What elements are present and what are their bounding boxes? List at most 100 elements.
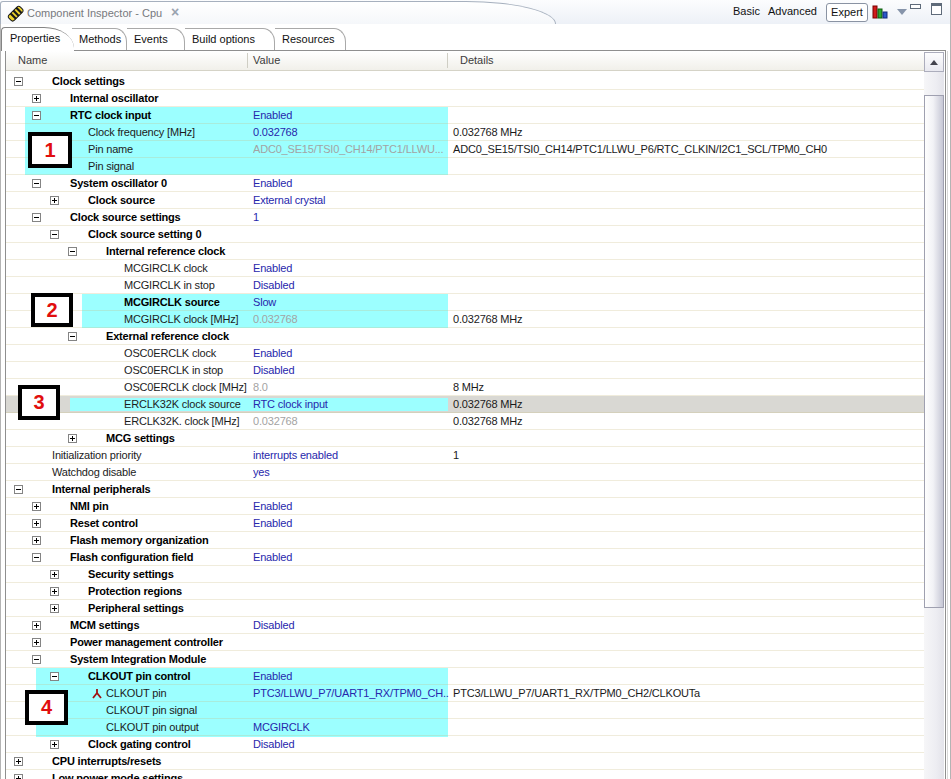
expand-icon[interactable] xyxy=(32,502,41,511)
mode-advanced-button[interactable]: Advanced xyxy=(768,0,817,24)
table-row[interactable]: MCGIRCLK sourceSlow xyxy=(6,294,924,311)
maximize-icon[interactable] xyxy=(931,3,942,15)
property-value[interactable]: Enabled xyxy=(253,175,449,191)
table-row[interactable]: Internal peripherals xyxy=(6,481,924,498)
property-value[interactable]: ADC0_SE15/TSI0_CH14/PTC1/LLWU... xyxy=(253,141,449,157)
column-divider[interactable] xyxy=(247,53,248,68)
property-value[interactable]: Enabled xyxy=(253,345,449,361)
property-value[interactable]: Enabled xyxy=(253,498,449,514)
collapse-icon[interactable] xyxy=(50,230,59,239)
collapse-icon[interactable] xyxy=(14,77,23,86)
expand-icon[interactable] xyxy=(32,94,41,103)
property-value[interactable]: Enabled xyxy=(253,107,449,123)
tab-methods[interactable]: Methods xyxy=(72,28,127,50)
column-header-value[interactable]: Value xyxy=(253,51,280,70)
scrollbar-thumb[interactable] xyxy=(924,95,944,608)
property-value[interactable]: Enabled xyxy=(253,668,449,684)
table-row[interactable]: Watchdog disableyes xyxy=(6,464,924,481)
table-row[interactable]: Internal oscillator xyxy=(6,90,924,107)
expand-icon[interactable] xyxy=(32,519,41,528)
tab-properties[interactable]: Properties xyxy=(1,27,74,51)
table-row[interactable]: Clock frequency [MHz]0.0327680.032768 MH… xyxy=(6,124,924,141)
table-row[interactable]: MCM settingsDisabled xyxy=(6,617,924,634)
table-row[interactable]: External reference clock xyxy=(6,328,924,345)
property-value[interactable]: Enabled xyxy=(253,260,449,276)
vertical-scrollbar[interactable] xyxy=(924,52,944,779)
expand-icon[interactable] xyxy=(50,740,59,749)
table-row[interactable]: Reset controlEnabled xyxy=(6,515,924,532)
property-value[interactable]: Disabled xyxy=(253,736,449,752)
property-value[interactable]: Disabled xyxy=(253,362,449,378)
collapse-icon[interactable] xyxy=(32,179,41,188)
property-value[interactable]: Enabled xyxy=(253,515,449,531)
table-row[interactable]: CPU interrupts/resets xyxy=(6,753,924,770)
table-row[interactable]: Clock sourceExternal crystal xyxy=(6,192,924,209)
table-row[interactable]: MCGIRCLK clockEnabled xyxy=(6,260,924,277)
tab-build-options[interactable]: Build options xyxy=(185,28,275,50)
expand-icon[interactable] xyxy=(32,638,41,647)
table-row[interactable]: Clock settings xyxy=(6,73,924,90)
property-value[interactable]: Enabled xyxy=(253,549,449,565)
expand-icon[interactable] xyxy=(50,570,59,579)
property-value[interactable]: 1 xyxy=(253,209,449,225)
table-row[interactable]: Power management controller xyxy=(6,634,924,651)
column-divider[interactable] xyxy=(447,53,448,68)
expand-icon[interactable] xyxy=(50,196,59,205)
table-row[interactable]: Clock gating controlDisabled xyxy=(6,736,924,753)
table-row[interactable]: NMI pinEnabled xyxy=(6,498,924,515)
table-row[interactable]: Flash configuration fieldEnabled xyxy=(6,549,924,566)
table-row[interactable]: Peripheral settings xyxy=(6,600,924,617)
mode-expert-button[interactable]: Expert xyxy=(826,3,868,22)
column-header-name[interactable]: Name xyxy=(18,51,47,70)
collapse-icon[interactable] xyxy=(32,111,41,120)
table-row[interactable]: CLKOUT pin outputMCGIRCLK xyxy=(6,719,924,736)
collapse-icon[interactable] xyxy=(68,247,77,256)
chart-icon[interactable] xyxy=(872,4,888,22)
property-value[interactable]: 8.0 xyxy=(253,379,449,395)
table-row[interactable]: OSC0ERCLK in stopDisabled xyxy=(6,362,924,379)
table-row[interactable]: Pin nameADC0_SE15/TSI0_CH14/PTC1/LLWU...… xyxy=(6,141,924,158)
expand-icon[interactable] xyxy=(32,621,41,630)
table-row[interactable]: Internal reference clock xyxy=(6,243,924,260)
expand-icon[interactable] xyxy=(32,536,41,545)
table-row[interactable]: System oscillator 0Enabled xyxy=(6,175,924,192)
scroll-up-icon[interactable] xyxy=(924,52,944,72)
tab-resources[interactable]: Resources xyxy=(275,28,346,50)
property-value[interactable]: RTC clock input xyxy=(253,396,449,412)
table-row[interactable]: Low power mode settings xyxy=(6,770,924,779)
tab-events[interactable]: Events xyxy=(127,28,185,50)
column-header-details[interactable]: Details xyxy=(460,51,494,70)
table-row[interactable]: Initialization priorityinterrupts enable… xyxy=(6,447,924,464)
table-row[interactable]: CLKOUT pin signal xyxy=(6,702,924,719)
expand-icon[interactable] xyxy=(50,604,59,613)
property-value[interactable]: 0.032768 xyxy=(253,413,449,429)
view-menu-icon[interactable] xyxy=(897,9,907,15)
collapse-icon[interactable] xyxy=(68,332,77,341)
property-value[interactable]: yes xyxy=(253,464,449,480)
table-row[interactable]: MCG settings xyxy=(6,430,924,447)
collapse-icon[interactable] xyxy=(32,553,41,562)
property-value[interactable]: Disabled xyxy=(253,277,449,293)
table-row[interactable]: Clock source settings1 xyxy=(6,209,924,226)
property-value[interactable]: interrupts enabled xyxy=(253,447,449,463)
table-row[interactable]: OSC0ERCLK clock [MHz]8.08 MHz xyxy=(6,379,924,396)
property-value[interactable]: Slow xyxy=(253,294,449,310)
collapse-icon[interactable] xyxy=(14,485,23,494)
table-row[interactable]: Clock source setting 0 xyxy=(6,226,924,243)
view-tab[interactable]: Component Inspector - Cpu × xyxy=(0,1,556,24)
table-row[interactable]: Flash memory organization xyxy=(6,532,924,549)
table-row[interactable]: CLKOUT pinPTC3/LLWU_P7/UART1_RX/TPM0_CH.… xyxy=(6,685,924,702)
property-value[interactable]: 0.032768 xyxy=(253,124,449,140)
expand-icon[interactable] xyxy=(50,587,59,596)
table-row[interactable]: System Integration Module xyxy=(6,651,924,668)
minimize-icon[interactable] xyxy=(910,4,921,9)
table-row[interactable]: Security settings xyxy=(6,566,924,583)
property-value[interactable]: PTC3/LLWU_P7/UART1_RX/TPM0_CH... xyxy=(253,685,449,701)
collapse-icon[interactable] xyxy=(32,213,41,222)
table-row[interactable]: OSC0ERCLK clockEnabled xyxy=(6,345,924,362)
table-row[interactable]: ERCLK32K. clock [MHz]0.0327680.032768 MH… xyxy=(6,413,924,430)
table-row[interactable]: RTC clock inputEnabled xyxy=(6,107,924,124)
property-value[interactable]: 0.032768 xyxy=(253,311,449,327)
collapse-icon[interactable] xyxy=(50,672,59,681)
property-value[interactable]: External crystal xyxy=(253,192,449,208)
